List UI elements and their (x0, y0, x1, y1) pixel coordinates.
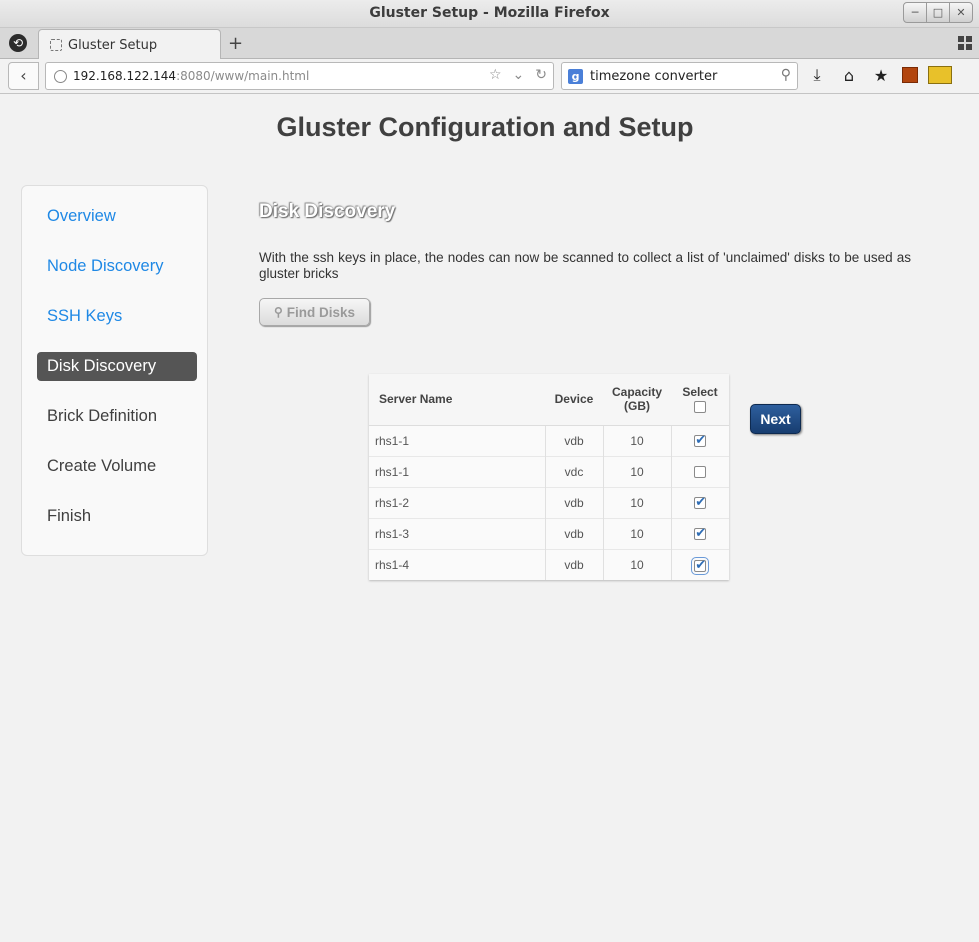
table-row: rhs1-1 vdb 10 (369, 424, 729, 456)
table-row: rhs1-4 vdb 10 (369, 548, 729, 580)
device-cell: vdb (544, 548, 603, 580)
url-path: :8080/www/main.html (176, 69, 310, 83)
column-header-select: Select (671, 374, 729, 426)
capacity-cell: 10 (602, 486, 671, 518)
back-button[interactable]: ‹ (8, 62, 39, 90)
disk-table: Server Name Device Capacity (GB) Select … (369, 374, 729, 580)
table-header-row: Server Name Device Capacity (GB) Select (369, 374, 729, 426)
toolbar-icons: ⤓ ⌂ ★ (806, 65, 952, 85)
history-dropdown-icon[interactable]: ⌄ (513, 67, 525, 83)
select-cell (670, 486, 729, 518)
server-name-cell: rhs1-2 (369, 486, 545, 518)
section-description: With the ssh keys in place, the nodes ca… (259, 250, 911, 281)
row-select-checkbox[interactable] (694, 525, 707, 541)
bookmark-star-icon[interactable]: ☆ (489, 67, 502, 83)
search-bar[interactable]: g timezone converter ⚲ (561, 62, 798, 90)
device-cell: vdb (544, 517, 603, 549)
row-select-checkbox[interactable] (694, 432, 707, 448)
next-button[interactable]: Next (750, 404, 801, 434)
page-favicon-icon (50, 39, 62, 51)
row-select-checkbox[interactable] (691, 556, 710, 575)
new-tab-plus-icon[interactable]: + (228, 33, 243, 54)
section-title: Disk Discovery (259, 201, 396, 222)
table-row: rhs1-2 vdb 10 (369, 486, 729, 518)
globe-icon (54, 70, 67, 83)
device-cell: vdb (544, 424, 603, 456)
reload-icon[interactable]: ↻ (535, 67, 547, 83)
url-bar[interactable]: 192.168.122.144:8080/www/main.html ☆ ⌄ ↻ (45, 62, 554, 90)
sidebar-item-ssh-keys[interactable]: SSH Keys (37, 302, 197, 331)
sidebar-item-create-volume: Create Volume (47, 457, 157, 475)
select-cell (670, 455, 729, 487)
system-monitor-icon[interactable] (928, 66, 952, 84)
select-cell (670, 424, 729, 456)
window-controls: ─ □ ✕ (903, 2, 973, 23)
tab-groups-icon[interactable] (958, 36, 972, 50)
column-header-capacity: Capacity (GB) (603, 374, 671, 426)
sidebar-item-overview[interactable]: Overview (37, 202, 197, 231)
minimize-icon[interactable]: ─ (903, 2, 927, 23)
row-select-checkbox[interactable] (694, 466, 707, 479)
addon-icon[interactable] (902, 67, 918, 83)
table-row: rhs1-3 vdb 10 (369, 517, 729, 549)
sidebar-item-node-discovery[interactable]: Node Discovery (37, 252, 197, 281)
device-cell: vdb (544, 486, 603, 518)
url-bar-actions: ☆ ⌄ ↻ (489, 67, 547, 83)
capacity-cell: 10 (602, 424, 671, 456)
server-name-cell: rhs1-4 (369, 548, 545, 580)
home-icon[interactable]: ⌂ (838, 66, 860, 85)
downloads-icon[interactable]: ⤓ (806, 65, 828, 85)
row-select-checkbox[interactable] (694, 494, 707, 510)
column-header-server-name: Server Name (369, 374, 545, 426)
search-input[interactable]: timezone converter (590, 69, 717, 84)
capacity-cell: 10 (602, 548, 671, 580)
tab-gluster-setup[interactable]: Gluster Setup (38, 29, 221, 60)
table-row: rhs1-1 vdc 10 (369, 455, 729, 487)
capacity-cell: 10 (602, 455, 671, 487)
select-all-checkbox[interactable] (694, 401, 706, 414)
select-header-label: Select (682, 385, 718, 400)
column-header-device: Device (545, 374, 603, 426)
capacity-cell: 10 (602, 517, 671, 549)
sidebar-item-brick-definition: Brick Definition (47, 407, 158, 425)
server-name-cell: rhs1-3 (369, 517, 545, 549)
find-disks-label: Find Disks (286, 304, 356, 320)
tab-bar: ⟲ Gluster Setup + (0, 28, 979, 60)
bookmarks-menu-icon[interactable]: ★ (870, 66, 892, 85)
find-disks-button[interactable]: ⚲ Find Disks (259, 298, 370, 326)
firefox-menu-icon[interactable]: ⟲ (9, 34, 27, 52)
device-cell: vdc (544, 455, 603, 487)
page-title: Gluster Configuration and Setup (276, 112, 694, 142)
sidebar-item-disk-discovery[interactable]: Disk Discovery (37, 352, 197, 381)
maximize-icon[interactable]: □ (926, 2, 950, 23)
navigation-toolbar: ‹ 192.168.122.144:8080/www/main.html ☆ ⌄… (0, 59, 979, 94)
server-name-cell: rhs1-1 (369, 424, 545, 456)
search-icon: ⚲ (273, 305, 283, 319)
url-text[interactable]: 192.168.122.144:8080/www/main.html (73, 69, 309, 83)
sidebar-item-finish: Finish (47, 507, 92, 525)
google-search-engine-icon[interactable]: g (568, 69, 583, 84)
server-name-cell: rhs1-1 (369, 455, 545, 487)
search-icon[interactable]: ⚲ (781, 67, 791, 83)
tab-label: Gluster Setup (68, 38, 158, 53)
url-host: 192.168.122.144 (73, 69, 177, 83)
window-title: Gluster Setup - Mozilla Firefox (369, 5, 610, 21)
window-titlebar: Gluster Setup - Mozilla Firefox ─ □ ✕ (0, 0, 979, 28)
select-cell (670, 517, 729, 549)
close-icon[interactable]: ✕ (949, 2, 973, 23)
wizard-sidebar: Overview Node Discovery SSH Keys Disk Di… (21, 185, 208, 556)
select-cell (670, 548, 729, 580)
